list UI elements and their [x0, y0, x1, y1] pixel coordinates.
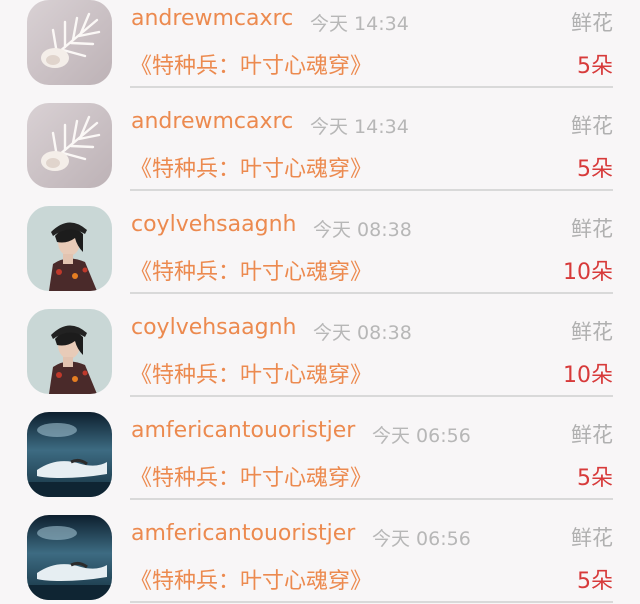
- gift-type-label: 鲜花: [571, 114, 613, 138]
- gift-record-row[interactable]: andrewmcaxrc 今天 14:34 鲜花《特种兵：叶寸心魂穿》 5朵: [0, 89, 640, 192]
- gift-count: 5朵: [577, 466, 613, 491]
- book-title-link[interactable]: 《特种兵：叶寸心魂穿》: [130, 151, 372, 183]
- gift-type-label: 鲜花: [571, 11, 613, 35]
- shell-avatar[interactable]: [27, 103, 112, 188]
- woman-avatar[interactable]: [27, 309, 112, 394]
- gift-record-row[interactable]: amfericantouoristjer 今天 06:56 鲜花《特种兵：叶寸心魂穿…: [0, 398, 640, 501]
- row-divider: [130, 395, 613, 397]
- username-label[interactable]: coylvehsaagnh: [131, 315, 296, 340]
- timestamp: 今天 06:56: [372, 425, 471, 447]
- book-title-link[interactable]: 《特种兵：叶寸心魂穿》: [130, 460, 372, 492]
- username-label[interactable]: amfericantouoristjer: [131, 521, 355, 546]
- row-divider: [130, 86, 613, 88]
- timestamp: 今天 14:34: [310, 116, 409, 138]
- gift-record-list: andrewmcaxrc 今天 14:34 鲜花 《特种兵：叶寸心魂穿》 5朵 andre…: [0, 0, 640, 604]
- gift-count: 5朵: [577, 157, 613, 182]
- timestamp: 今天 08:38: [313, 322, 412, 344]
- gift-count: 5朵: [577, 569, 613, 594]
- gift-count: 10朵: [563, 260, 613, 285]
- row-divider: [130, 189, 613, 191]
- woman-avatar[interactable]: [27, 206, 112, 291]
- row-divider: [130, 292, 613, 294]
- row-divider: [130, 601, 613, 603]
- gift-count: 10朵: [563, 363, 613, 388]
- book-title-link[interactable]: 《特种兵：叶寸心魂穿》: [130, 48, 372, 80]
- timestamp: 今天 14:34: [310, 13, 409, 35]
- gift-record-row[interactable]: andrewmcaxrc 今天 14:34 鲜花《特种兵：叶寸心魂穿》 5朵: [0, 0, 640, 89]
- row-divider: [130, 498, 613, 500]
- username-label[interactable]: andrewmcaxrc: [131, 109, 293, 134]
- username-label[interactable]: coylvehsaagnh: [131, 212, 296, 237]
- water-scene-avatar[interactable]: [27, 515, 112, 600]
- gift-type-label: 鲜花: [571, 217, 613, 241]
- shell-avatar[interactable]: [27, 0, 112, 85]
- timestamp: 今天 08:38: [313, 219, 412, 241]
- gift-record-row[interactable]: coylvehsaagnh 今天 08:38 鲜花《特种兵：叶寸心魂穿》 10朵: [0, 192, 640, 295]
- gift-record-row[interactable]: coylvehsaagnh 今天 08:38 鲜花《特种兵：叶寸心魂穿》 10朵: [0, 295, 640, 398]
- water-scene-avatar[interactable]: [27, 412, 112, 497]
- username-label[interactable]: andrewmcaxrc: [131, 6, 293, 31]
- gift-type-label: 鲜花: [571, 320, 613, 344]
- username-label[interactable]: amfericantouoristjer: [131, 418, 355, 443]
- book-title-link[interactable]: 《特种兵：叶寸心魂穿》: [130, 357, 372, 389]
- gift-record-row[interactable]: amfericantouoristjer 今天 06:56 鲜花《特种兵：叶寸心魂穿…: [0, 501, 640, 604]
- gift-type-label: 鲜花: [571, 526, 613, 550]
- book-title-link[interactable]: 《特种兵：叶寸心魂穿》: [130, 563, 372, 595]
- gift-count: 5朵: [577, 54, 613, 79]
- timestamp: 今天 06:56: [372, 528, 471, 550]
- book-title-link[interactable]: 《特种兵：叶寸心魂穿》: [130, 254, 372, 286]
- gift-type-label: 鲜花: [571, 423, 613, 447]
